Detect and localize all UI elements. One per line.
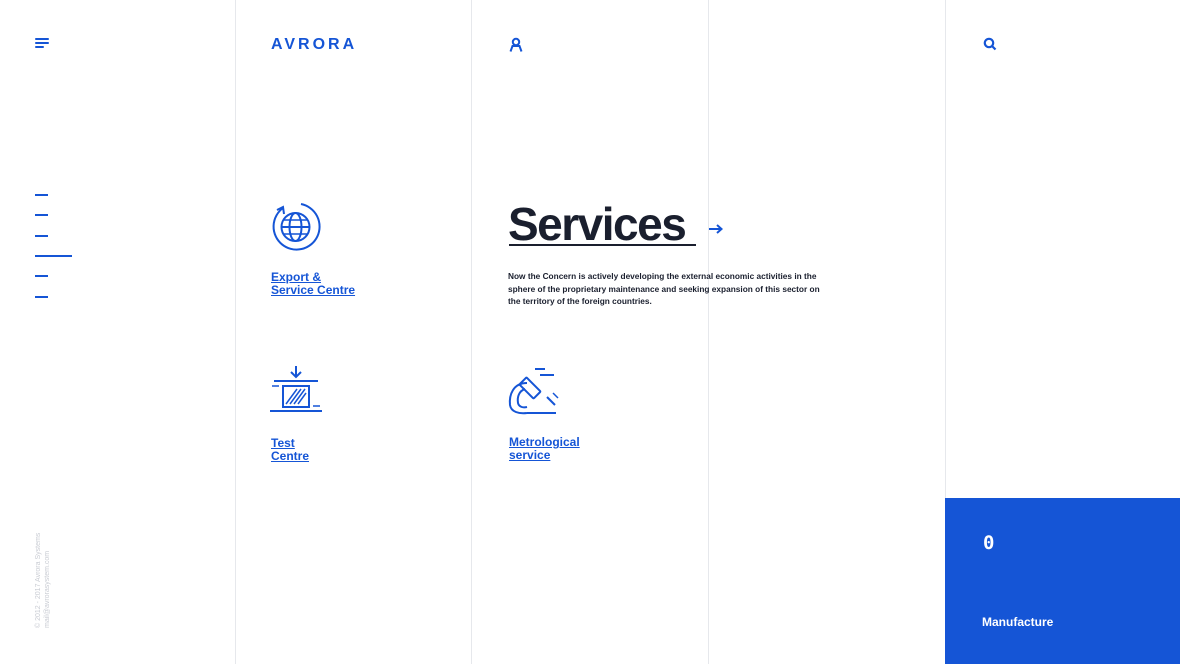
slide-dot-3[interactable] <box>35 235 48 237</box>
service-metrological[interactable]: Metrological service <box>507 367 649 461</box>
panel-label: Manufacture <box>982 615 1054 629</box>
search-icon[interactable] <box>983 37 997 51</box>
slide-dot-active[interactable] <box>35 255 72 257</box>
press-test-icon <box>270 366 322 412</box>
service-label[interactable]: Test Centre <box>271 437 411 462</box>
copyright-email: mail@avrorasystem.com <box>44 550 51 628</box>
slide-dot-2[interactable] <box>35 214 48 216</box>
copyright-line: © 2012 - 2017 Avrora Systems <box>35 532 42 628</box>
hamburger-menu-icon[interactable] <box>35 38 51 50</box>
service-label-line: Centre <box>271 448 310 463</box>
title-underline <box>509 244 696 246</box>
microscope-icon <box>508 368 559 415</box>
section-description: Now the Concern is actively developing t… <box>508 271 820 306</box>
copyright: © 2012 - 2017 Avrora Systems mail@avrora… <box>34 533 52 628</box>
service-label[interactable]: Metrological service <box>509 436 649 461</box>
column-divider <box>235 0 236 664</box>
panel-number: 0 <box>983 532 995 554</box>
manufacture-panel[interactable]: 0 Manufacture <box>945 498 1180 664</box>
logo[interactable]: AVRORA <box>271 36 357 54</box>
service-label[interactable]: Export & Service Centre <box>271 271 411 296</box>
globe-export-icon <box>272 203 321 251</box>
slide-dot-1[interactable] <box>35 194 48 196</box>
slide-dot-6[interactable] <box>35 296 48 298</box>
column-divider <box>471 0 472 664</box>
arrow-right-icon[interactable] <box>709 224 723 234</box>
user-icon[interactable] <box>509 37 523 53</box>
service-label-line: Service Centre <box>271 282 356 297</box>
slide-dot-5[interactable] <box>35 275 48 277</box>
service-label-line: service <box>509 447 551 462</box>
service-export[interactable]: Export & Service Centre <box>271 202 411 296</box>
column-divider <box>708 0 709 664</box>
service-test-centre[interactable]: Test Centre <box>268 365 411 462</box>
